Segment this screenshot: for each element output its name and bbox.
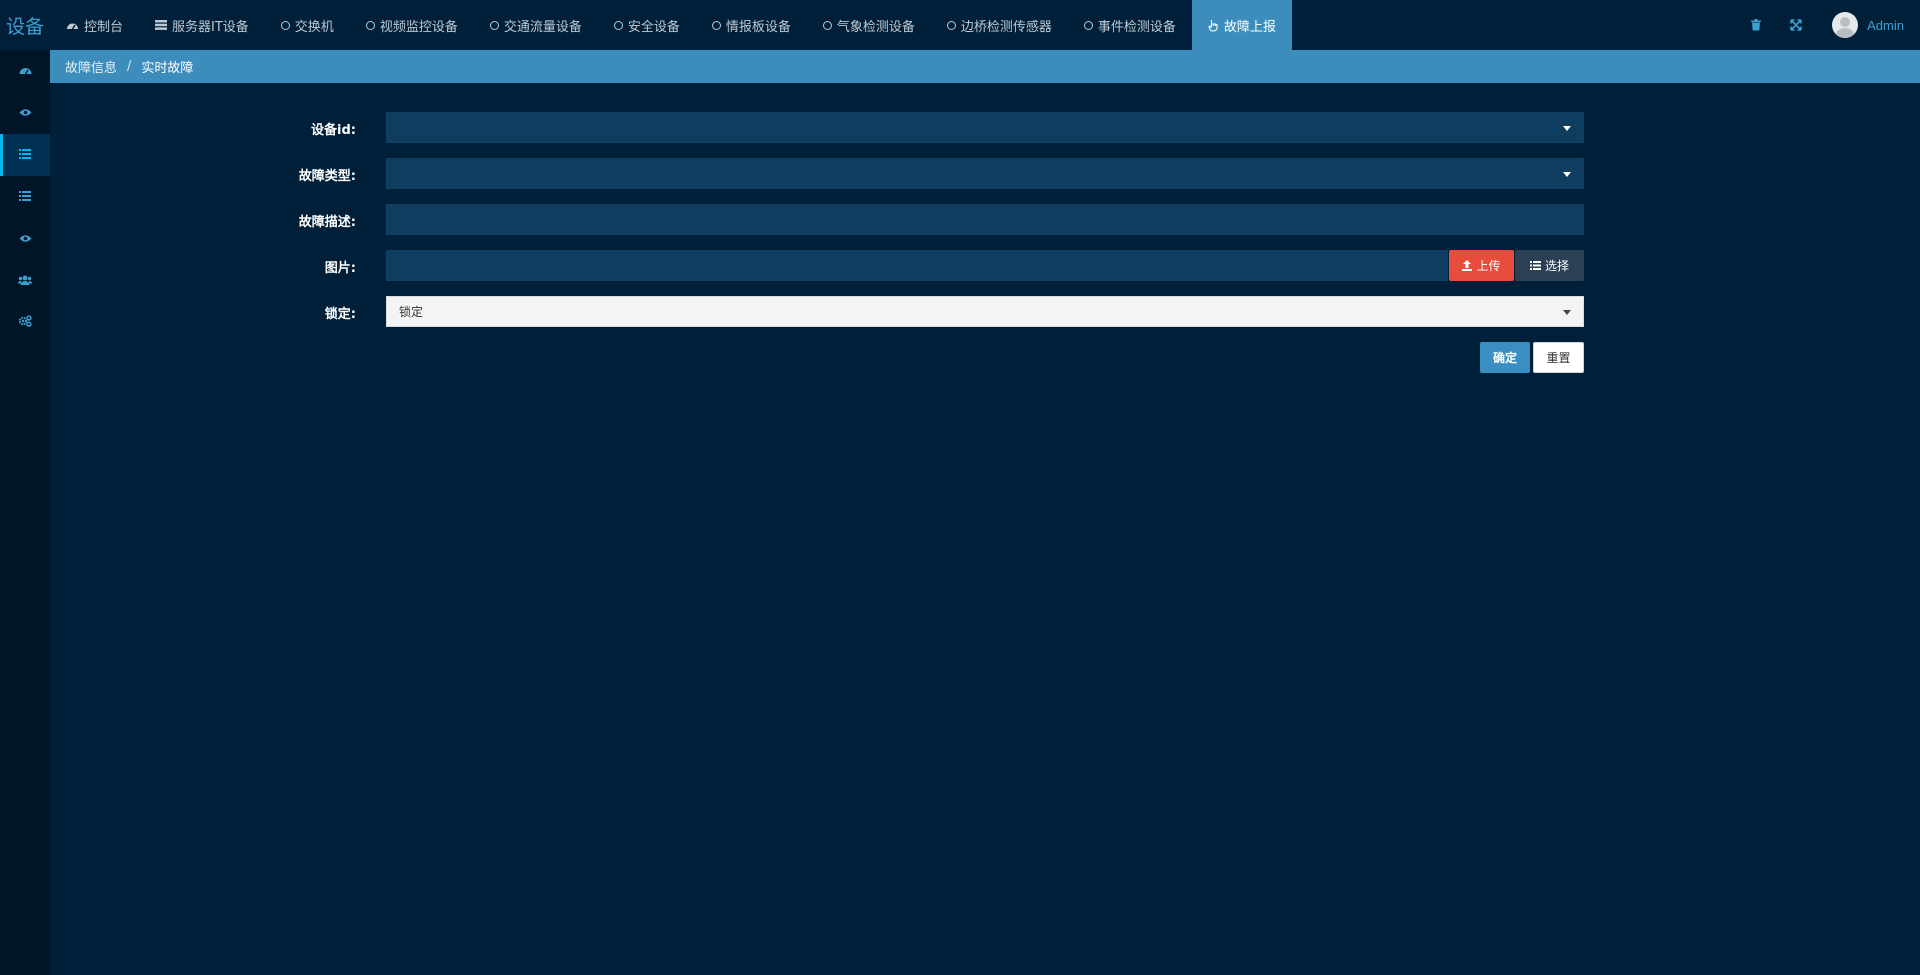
image-label: 图片: (324, 261, 356, 276)
lock-select[interactable]: 锁定 (386, 296, 1584, 327)
dashboard-icon (66, 20, 79, 31)
circle-icon (822, 20, 832, 30)
nav-item-bridge-sensor[interactable]: 边桥检测传感器 (931, 0, 1068, 50)
image-path-input[interactable] (386, 250, 1448, 281)
nav-item-label: 视频监控设备 (379, 19, 458, 35)
circle-icon (711, 20, 721, 30)
fault-type-label: 故障类型: (298, 169, 356, 184)
hand-pointer-icon (1208, 19, 1219, 32)
topbar-right: Admin (1736, 0, 1920, 50)
eye-icon (19, 230, 32, 248)
nav-item-weather[interactable]: 气象检测设备 (807, 0, 931, 50)
nav-item-video[interactable]: 视频监控设备 (350, 0, 474, 50)
nav-item-fault-report[interactable]: 故障上报 (1191, 0, 1292, 50)
device-id-label: 设备id: (311, 123, 356, 138)
nav-item-event-detection[interactable]: 事件检测设备 (1068, 0, 1192, 50)
nav-item-dashboard[interactable]: 控制台 (50, 0, 139, 50)
circle-icon (613, 20, 623, 30)
nav-item-label: 控制台 (84, 19, 124, 35)
user-name: Admin (1867, 17, 1904, 33)
upload-button[interactable]: 上传 (1449, 250, 1514, 281)
fault-desc-input[interactable] (386, 204, 1584, 235)
breadcrumb-item-fault-info[interactable]: 故障信息 (65, 57, 117, 76)
device-id-select[interactable] (386, 112, 1584, 143)
nav-item-traffic[interactable]: 交通流量设备 (474, 0, 598, 50)
breadcrumb: 故障信息 / 实时故障 (50, 50, 1920, 83)
dashboard-icon (19, 62, 32, 80)
fault-desc-label: 故障描述: (298, 215, 356, 230)
breadcrumb-separator: / (127, 59, 132, 74)
lock-label: 锁定: (324, 307, 356, 322)
circle-icon (365, 20, 375, 30)
caret-down-icon (1563, 126, 1571, 131)
choose-button[interactable]: 选择 (1515, 250, 1584, 281)
top-navbar: 设备 控制台 服务器IT设备 交换机 视频监控设备 交通流量设备 安全设备 情报… (0, 0, 1920, 50)
top-nav: 控制台 服务器IT设备 交换机 视频监控设备 交通流量设备 安全设备 情报板设备 (50, 0, 1292, 50)
nav-item-switch[interactable]: 交换机 (265, 0, 350, 50)
user-menu[interactable]: Admin (1832, 12, 1904, 38)
fault-type-select[interactable] (386, 158, 1584, 189)
nav-item-info-board[interactable]: 情报板设备 (696, 0, 807, 50)
nav-item-label: 服务器IT设备 (172, 19, 249, 35)
server-icon (155, 20, 168, 30)
upload-button-label: 上传 (1476, 259, 1501, 273)
avatar (1832, 12, 1859, 38)
upload-icon (1462, 260, 1473, 271)
submit-button-label: 确定 (1492, 351, 1517, 365)
nav-item-label: 边桥检测传感器 (960, 19, 1052, 35)
breadcrumb-item-realtime-fault: 实时故障 (141, 61, 194, 76)
choose-button-label: 选择 (1544, 259, 1569, 273)
fullscreen-icon[interactable] (1776, 19, 1816, 31)
list-icon (19, 146, 31, 164)
nav-item-label: 故障上报 (1223, 19, 1276, 35)
nav-item-security[interactable]: 安全设备 (598, 0, 696, 50)
lock-select-value: 锁定 (399, 305, 424, 319)
reset-button-label: 重置 (1546, 351, 1571, 365)
nav-item-label: 气象检测设备 (836, 19, 915, 35)
nav-item-label: 交通流量设备 (503, 19, 582, 35)
reset-button[interactable]: 重置 (1533, 342, 1584, 373)
caret-down-icon (1563, 172, 1571, 177)
list-icon (19, 188, 31, 206)
caret-down-icon (1563, 310, 1571, 315)
circle-icon (946, 20, 956, 30)
nav-item-label: 交换机 (294, 19, 334, 35)
nav-item-label: 安全设备 (627, 19, 680, 35)
trash-icon[interactable] (1736, 19, 1776, 31)
circle-icon (280, 20, 290, 30)
app-logo[interactable]: 设备 (0, 0, 50, 50)
circle-icon (489, 20, 499, 30)
list-icon (1529, 261, 1541, 270)
nav-item-label: 事件检测设备 (1097, 19, 1176, 35)
left-sidebar (0, 50, 50, 975)
nav-item-server[interactable]: 服务器IT设备 (139, 0, 265, 50)
submit-button[interactable]: 确定 (1480, 342, 1530, 373)
circle-icon (1083, 20, 1093, 30)
sidebar-item-dashboard[interactable] (0, 50, 50, 92)
nav-item-label: 情报板设备 (725, 19, 791, 35)
